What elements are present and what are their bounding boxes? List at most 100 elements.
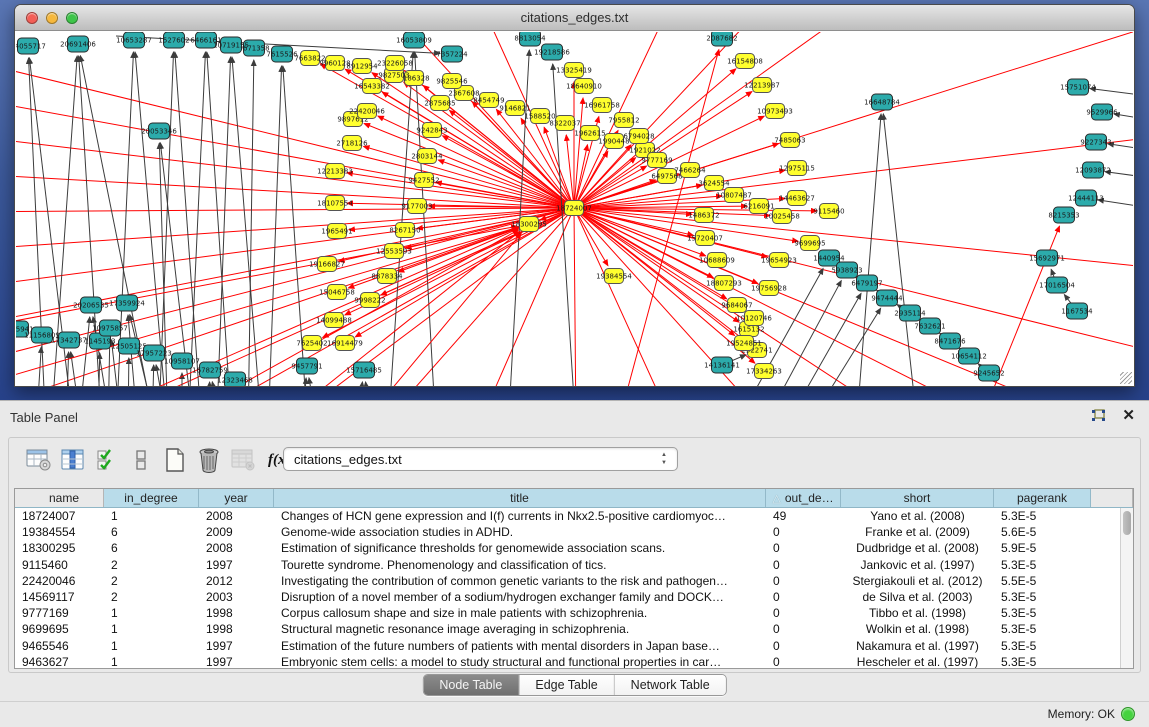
graph-node[interactable]: 14055717 [16,38,46,54]
graph-node[interactable]: 15692971 [1029,250,1065,266]
graph-node[interactable]: 1965491 [321,224,352,239]
graph-node[interactable]: 13325419 [556,63,592,78]
column-header-title[interactable]: title [274,489,766,507]
graph-node[interactable]: 19654923 [761,253,797,268]
table-mode-icon[interactable] [24,447,54,473]
graph-node[interactable]: 10654112 [951,348,987,364]
graph-node[interactable]: 7357224 [436,46,468,62]
graph-node[interactable]: 20053346 [141,123,177,139]
graph-node[interactable]: 12975115 [779,161,815,176]
table-row[interactable]: 911546021997Tourette syndrome. Phenomeno… [15,557,1120,573]
column-header-pagerank[interactable]: pagerank [994,489,1091,507]
graph-node[interactable]: 8813054 [514,32,546,46]
graph-node[interactable]: 9245652 [973,365,1004,381]
table-row[interactable]: 977716911998Corpus callosum shape and si… [15,605,1120,621]
table-row[interactable]: 1456911722003Disruption of a novel membe… [15,589,1120,605]
graph-node[interactable]: 7485063 [774,133,805,148]
graph-node[interactable]: 12213383 [317,164,353,179]
graph-node[interactable]: 15751074 [1060,79,1096,95]
column-visibility-icon[interactable] [92,447,122,473]
tab-network-table[interactable]: Network Table [615,675,726,695]
graph-node[interactable]: 1527602 [158,32,189,48]
graph-node[interactable]: 2718126 [336,136,368,151]
table-row[interactable]: 2242004622012Investigating the contribut… [15,573,1120,589]
graph-edge [782,293,861,386]
graph-node[interactable]: 3624554 [698,176,730,191]
graph-node[interactable]: 12093872 [1075,162,1111,178]
graph-node[interactable]: 15046758 [319,285,355,300]
graph-node[interactable]: 2087682 [706,32,737,46]
close-panel-icon[interactable]: ✕ [1122,409,1135,423]
graph-node[interactable]: 19218586 [534,44,570,60]
graph-node[interactable]: 9474444 [871,290,903,306]
row-height-icon[interactable] [126,447,156,473]
graph-node[interactable]: 8471676 [934,333,966,349]
table-row[interactable]: 969969511998Structural magnetic resonanc… [15,621,1120,637]
network-table-select[interactable]: citations_edges.txt ▲▼ [283,447,678,471]
graph-node[interactable]: 19384554 [596,269,632,284]
column-header-name[interactable]: name [15,489,104,507]
table-row[interactable]: 946362711997Embryonic stem cells: a mode… [15,654,1120,668]
graph-node[interactable]: 2803144 [411,149,443,164]
graph-node[interactable]: 9242843 [416,123,447,138]
graph-node[interactable]: 12444113 [1068,190,1104,206]
table-row[interactable]: 1938455462009Genome-wide association stu… [15,524,1120,540]
graph-node[interactable]: 10973493 [757,104,793,119]
network-graph-canvas[interactable]: 1145193116753414409541486372152760215885… [16,32,1133,386]
network-view-window[interactable]: citations_edges.txt 11451931167534144095… [14,4,1135,387]
graph-node[interactable]: 16961758 [584,98,620,113]
graph-node[interactable]: 8215353 [1048,207,1079,223]
graph-node[interactable]: 9529966 [1086,104,1118,120]
graph-node[interactable]: 9115460 [813,204,844,219]
import-table-icon[interactable] [228,447,258,473]
memory-status-icon[interactable] [1121,707,1135,721]
new-column-icon[interactable] [160,447,190,473]
float-window-icon[interactable] [1091,409,1106,423]
column-header-outde[interactable]: △out_de… [766,489,841,507]
graph-node[interactable]: 18640910 [566,79,602,94]
delete-column-icon[interactable] [194,447,224,473]
graph-node[interactable]: 9177003 [401,199,432,214]
graph-edge [207,52,232,386]
graph-node[interactable]: 9427552 [408,173,439,188]
graph-node[interactable]: 16914479 [327,336,363,351]
graph-node-label: 7632621 [914,323,945,331]
graph-node-label: 9827503 [378,72,409,80]
window-titlebar[interactable]: citations_edges.txt [15,5,1134,31]
select-columns-icon[interactable] [58,447,88,473]
graph-edge [364,146,574,208]
tab-node-table[interactable]: Node Table [423,675,519,695]
table-scrollbar-thumb[interactable] [1123,511,1131,535]
table-row[interactable]: 1830029562008Estimation of significance … [15,540,1120,556]
graph-node[interactable]: 16154808 [727,54,763,69]
graph-node[interactable]: 23226058 [377,56,413,71]
graph-node[interactable]: 9227343 [1080,134,1111,150]
graph-node[interactable]: 10653287 [116,32,152,48]
graph-node[interactable]: 12213987 [744,78,780,93]
graph-node[interactable]: 8267150 [389,223,420,238]
tab-edge-table[interactable]: Edge Table [519,675,614,695]
table-row[interactable]: 946554611997Estimation of the future num… [15,638,1120,654]
table-row[interactable]: 1872400712008Changes of HCN gene express… [15,508,1120,524]
graph-node[interactable]: 6216091 [743,199,774,214]
column-header-year[interactable]: year [199,489,274,507]
graph-node-label: 23226058 [377,60,413,68]
column-header-short[interactable]: short [841,489,994,507]
graph-node[interactable]: 9457791 [291,358,322,374]
graph-node[interactable]: 8912954 [346,59,378,74]
table-cell: 9777169 [15,606,104,620]
graph-node[interactable]: 7615526 [266,46,298,62]
graph-node[interactable]: 16053809 [396,32,432,48]
graph-node[interactable]: 18107554 [317,196,353,211]
graph-node[interactable]: 17334263 [746,364,782,379]
graph-node[interactable]: 10688609 [699,253,735,268]
column-header-indegree[interactable]: in_degree [104,489,199,507]
table-scrollbar[interactable] [1120,508,1133,668]
graph-node[interactable]: 17016504 [1039,277,1075,293]
graph-node[interactable]: 9699695 [794,236,825,251]
graph-node[interactable]: 20691406 [60,36,96,52]
graph-node[interactable]: 16648784 [864,94,900,110]
window-resize-grip[interactable] [1120,372,1132,384]
graph-node[interactable]: 1167534 [1061,303,1093,319]
graph-node[interactable]: 14463627 [779,191,815,206]
